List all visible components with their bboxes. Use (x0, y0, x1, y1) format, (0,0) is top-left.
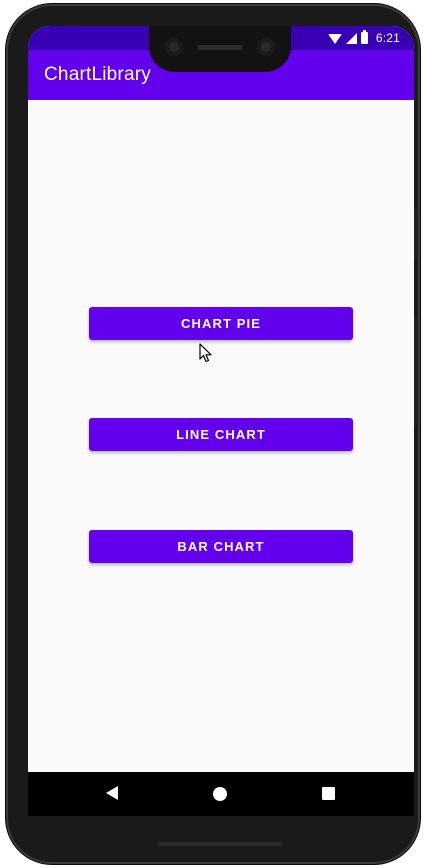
home-icon[interactable] (213, 787, 227, 801)
recents-icon[interactable] (322, 787, 335, 800)
status-icons: 6:21 (327, 28, 400, 48)
camera-notch (149, 26, 291, 72)
battery-charging-icon (360, 30, 368, 44)
front-camera-icon (165, 38, 183, 56)
wifi-icon (327, 33, 342, 44)
front-camera-icon (257, 38, 275, 56)
line-chart-button[interactable]: LINE CHART (89, 418, 353, 451)
chart-pie-button[interactable]: CHART PIE (89, 307, 353, 340)
app-title: ChartLibrary (44, 64, 151, 85)
signal-icon (345, 32, 357, 44)
mouse-cursor-icon (199, 343, 212, 363)
status-time: 6:21 (375, 31, 400, 45)
navigation-bar (28, 772, 414, 816)
phone-frame: 6:21 ChartLibrary CHART PIE LINE CHART B… (6, 4, 420, 864)
earpiece-speaker (197, 45, 243, 50)
back-icon[interactable] (106, 786, 118, 800)
bar-chart-button[interactable]: BAR CHART (89, 530, 353, 563)
main-content: CHART PIE LINE CHART BAR CHART (28, 100, 414, 772)
bottom-speaker (158, 842, 282, 846)
screen: 6:21 ChartLibrary CHART PIE LINE CHART B… (28, 26, 414, 816)
